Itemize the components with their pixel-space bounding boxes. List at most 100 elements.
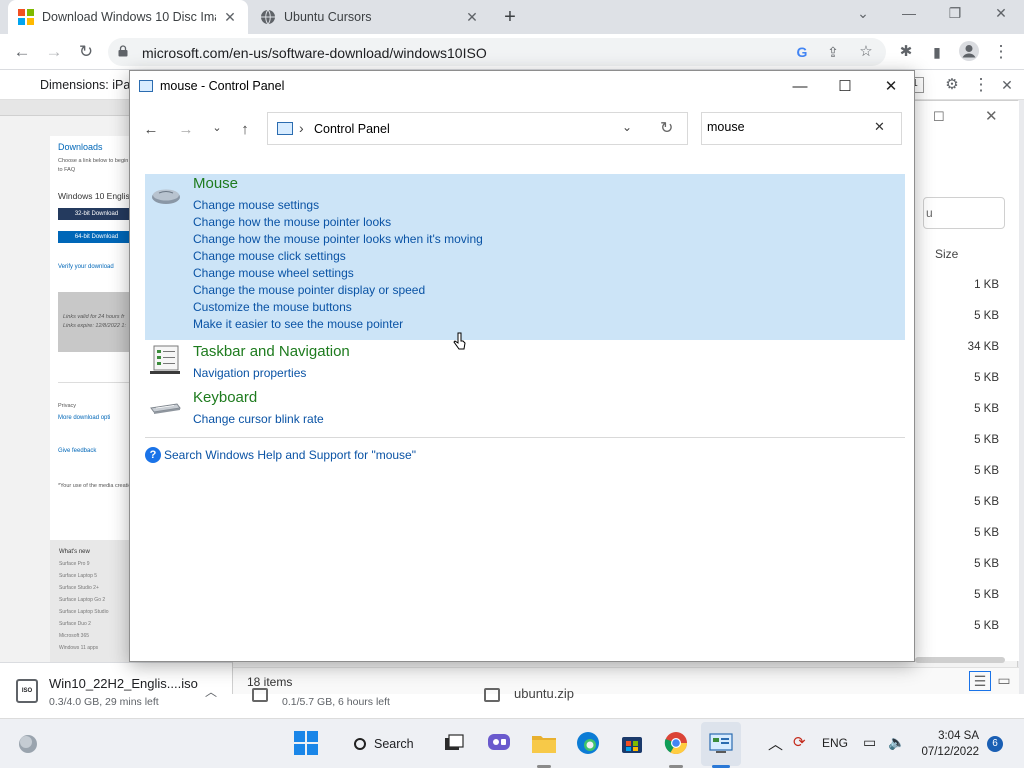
task-link[interactable]: Change mouse click settings [193, 249, 346, 263]
new-tab-button[interactable]: + [500, 6, 520, 29]
whats-new-item[interactable]: Surface Duo 2 [59, 621, 91, 627]
notification-badge[interactable]: 6 [987, 736, 1003, 752]
bookmark-star-icon[interactable]: ☆ [855, 41, 877, 63]
whats-new-item[interactable]: Microsoft 365 [59, 633, 89, 639]
size-column-header[interactable]: Size [935, 247, 958, 261]
file-explorer-icon[interactable] [531, 730, 557, 756]
chevron-up-icon[interactable]: ︿ [768, 733, 783, 754]
chevron-right-icon[interactable]: › [299, 120, 304, 136]
settings-gear-icon[interactable]: ⚙ [941, 74, 963, 96]
close-window-button[interactable]: ✕ [991, 5, 1011, 22]
task-link[interactable]: Change the mouse pointer display or spee… [193, 283, 425, 297]
task-link[interactable]: Make it easier to see the mouse pointer [193, 317, 403, 331]
explorer-close-icon[interactable]: ✕ [985, 107, 998, 125]
side-panel-icon[interactable]: ▮ [926, 41, 948, 63]
chevron-up-icon[interactable]: ︿ [205, 683, 217, 700]
task-link[interactable]: Navigation properties [193, 366, 306, 380]
extensions-icon[interactable]: ✱ [895, 41, 917, 63]
ms-download-page: Downloads Choose a link below to begin t… [0, 100, 135, 662]
address-box[interactable]: › Control Panel ⌄ ↻ [267, 112, 688, 145]
downloads-heading: Downloads [58, 142, 103, 152]
chevron-down-icon[interactable]: ⌄ [622, 120, 632, 134]
volume-icon[interactable]: 🔈 [888, 734, 905, 751]
task-link[interactable]: Customize the mouse buttons [193, 300, 352, 314]
whats-new-item[interactable]: Surface Pro 9 [59, 561, 90, 567]
tab-search-icon[interactable]: ⌄ [853, 5, 873, 22]
whats-new-item[interactable]: Windows 11 apps [59, 645, 98, 651]
dimensions-label[interactable]: Dimensions: iPad [40, 78, 137, 92]
maximize-button[interactable]: ☐ [833, 75, 857, 99]
whats-new-item[interactable]: Surface Laptop Go 2 [59, 597, 105, 603]
group-heading[interactable]: Mouse [193, 175, 238, 192]
microsoft-store-icon[interactable] [619, 730, 645, 756]
whats-new-item[interactable]: Surface Laptop Studio [59, 609, 108, 615]
recent-locations-chevron-icon[interactable]: ⌄ [207, 121, 227, 139]
share-icon[interactable]: ⇪ [822, 41, 844, 63]
task-link[interactable]: Change mouse settings [193, 198, 319, 212]
sync-error-icon[interactable]: ⟳ [793, 733, 806, 751]
restore-button[interactable]: ❐ [945, 5, 965, 22]
address-bar[interactable]: microsoft.com/en-us/software-download/wi… [108, 38, 886, 66]
clear-search-icon[interactable]: ✕ [874, 119, 885, 135]
whats-new-item[interactable]: Surface Laptop 5 [59, 573, 97, 579]
control-panel-taskbar-icon[interactable] [708, 730, 734, 756]
task-link[interactable]: Change how the mouse pointer looks [193, 215, 391, 229]
help-link-text[interactable]: Search Windows Help and Support for "mou… [164, 448, 416, 462]
downloads-sub: Choose a link below to begin [58, 158, 129, 164]
whats-new-item[interactable]: Surface Studio 2+ [59, 585, 99, 591]
chrome-menu-icon[interactable]: ⋮ [990, 41, 1012, 63]
devtools-close-icon[interactable]: ✕ [996, 74, 1018, 96]
give-feedback-link[interactable]: Give feedback [58, 448, 96, 454]
forward-button[interactable]: → [43, 41, 65, 63]
download-32bit-button[interactable]: 32-bit Download [58, 208, 135, 220]
google-translate-icon[interactable]: G [791, 41, 813, 63]
search-input[interactable] [707, 120, 867, 134]
explorer-search-input[interactable]: u [923, 197, 1005, 229]
download-shelf-item[interactable]: ISO Win10_22H2_Englis....iso 0.3/4.0 GB,… [0, 662, 232, 718]
group-heading[interactable]: Keyboard [193, 389, 257, 406]
window-title: mouse - Control Panel [160, 79, 285, 93]
reload-button[interactable]: ↻ [75, 41, 97, 63]
task-link[interactable]: Change cursor blink rate [193, 412, 324, 426]
breadcrumb-control-panel[interactable]: Control Panel [314, 122, 390, 136]
task-view-icon[interactable] [441, 730, 467, 756]
more-download-options-link[interactable]: More download opti [58, 415, 110, 421]
large-icons-view-icon[interactable]: ▭ [993, 672, 1015, 689]
tab-download-windows[interactable]: Download Windows 10 Disc Image ✕ [8, 0, 248, 34]
taskbar-search-button[interactable]: Search [342, 729, 436, 759]
minimize-button[interactable]: — [899, 5, 919, 21]
help-search-link[interactable]: ? Search Windows Help and Support for "m… [145, 446, 416, 464]
profile-avatar[interactable] [958, 40, 980, 62]
close-tab-icon[interactable]: ✕ [464, 9, 480, 26]
edge-browser-icon[interactable] [575, 730, 601, 756]
control-panel-icon [277, 122, 293, 135]
devtools-menu-icon[interactable]: ⋮ [970, 74, 992, 96]
divider [145, 437, 905, 438]
network-icon[interactable]: ▭ [863, 734, 876, 751]
chat-icon[interactable] [486, 730, 512, 756]
start-button-icon[interactable] [293, 730, 319, 756]
close-tab-icon[interactable]: ✕ [222, 9, 238, 26]
back-arrow-icon[interactable]: ← [141, 121, 161, 139]
tab-ubuntu-cursors[interactable]: Ubuntu Cursors ✕ [250, 0, 490, 34]
tab-title: Download Windows 10 Disc Image [42, 10, 216, 24]
close-button[interactable]: ✕ [879, 75, 903, 99]
verify-download-link[interactable]: Verify your download [58, 264, 114, 270]
explorer-restore-icon[interactable]: ☐ [933, 109, 945, 125]
horizontal-scrollbar[interactable] [915, 657, 1005, 663]
language-indicator[interactable]: ENG [822, 736, 848, 750]
details-view-icon[interactable]: ☰ [969, 671, 991, 691]
forward-arrow-icon[interactable]: → [176, 121, 196, 139]
minimize-button[interactable]: — [788, 75, 812, 99]
weather-icon[interactable] [16, 732, 40, 756]
group-heading[interactable]: Taskbar and Navigation [193, 343, 350, 360]
download-64bit-button[interactable]: 64-bit Download [58, 231, 135, 243]
task-link[interactable]: Change how the mouse pointer looks when … [193, 232, 483, 246]
file-size: 5 KB [974, 496, 999, 508]
refresh-icon[interactable]: ↻ [660, 118, 673, 138]
clock[interactable]: 3:04 SA 07/12/2022 [917, 728, 979, 760]
up-arrow-icon[interactable]: ↑ [235, 121, 255, 139]
back-button[interactable]: ← [11, 41, 33, 63]
task-link[interactable]: Change mouse wheel settings [193, 266, 354, 280]
chrome-icon[interactable] [663, 730, 689, 756]
